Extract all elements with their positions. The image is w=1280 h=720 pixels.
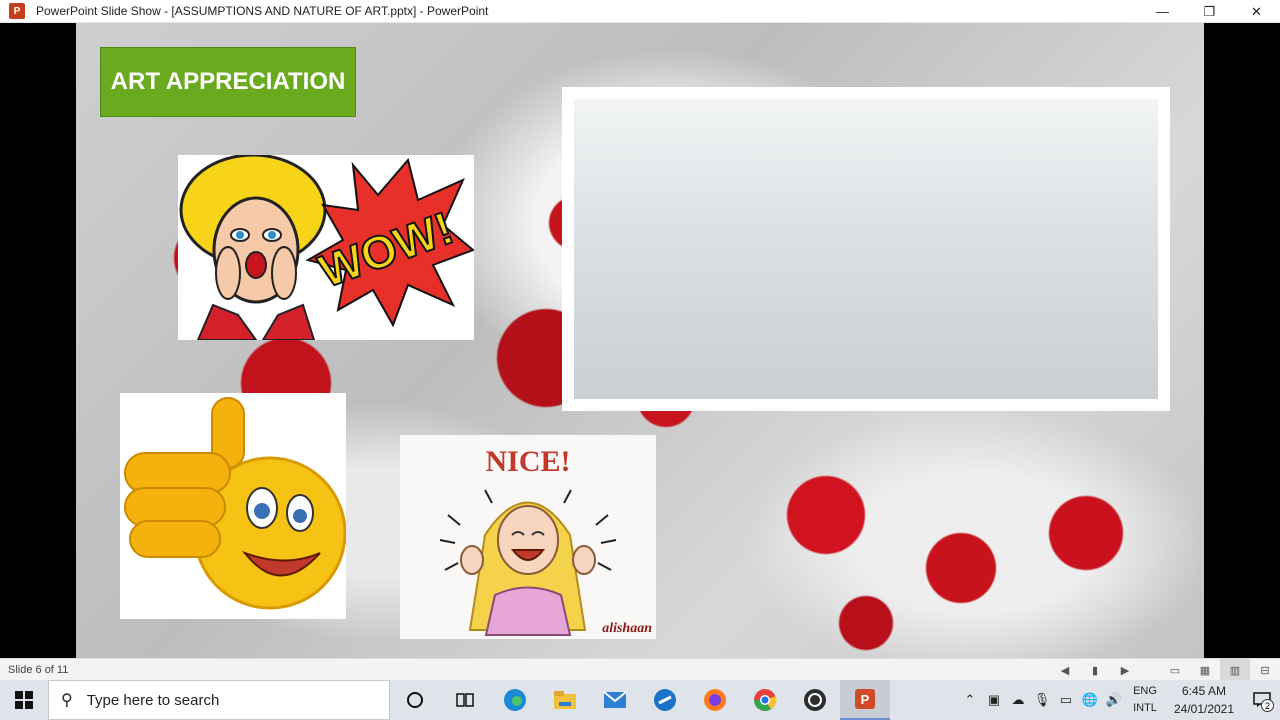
onedrive-icon[interactable]: ☁ (1006, 680, 1030, 720)
slide-sorter-icon[interactable]: ▦ (1190, 659, 1220, 681)
normal-view-icon[interactable]: ▭ (1160, 659, 1190, 681)
file-explorer-icon[interactable] (540, 680, 590, 720)
windows-taskbar: ⚲ Type here to search P ⌃ ▣ ☁ 🎙 ▭ 🌐 🔊 EN… (0, 680, 1280, 720)
chrome-icon[interactable] (740, 680, 790, 720)
reading-view-icon[interactable]: ▥ (1220, 659, 1250, 681)
battery-icon[interactable]: ▭ (1054, 680, 1078, 720)
slide[interactable]: ART APPRECIATION WOW! NICE! alishaan (76, 23, 1204, 658)
notifications-button[interactable]: 2 (1244, 680, 1280, 720)
network-icon[interactable]: 🌐 (1078, 680, 1102, 720)
notification-count-badge: 2 (1261, 699, 1274, 712)
search-icon: ⚲ (61, 692, 73, 709)
slideshow-view-icon[interactable]: ⊟ (1250, 659, 1280, 681)
nice-cartoon-image: NICE! alishaan (400, 435, 656, 639)
slideshow-area[interactable]: ART APPRECIATION WOW! NICE! alishaan (0, 23, 1280, 658)
wow-popart-image: WOW! (178, 155, 474, 340)
artist-signature: alishaan (602, 621, 652, 636)
slide-counter: Slide 6 of 11 (8, 663, 69, 676)
window-title-bar: P PowerPoint Slide Show - [ASSUMPTIONS A… (0, 0, 1280, 23)
system-tray: ⌃ ▣ ☁ 🎙 ▭ 🌐 🔊 ENG INTL 6:45 AM 24/01/202… (958, 680, 1280, 720)
wow-popart-illustration: WOW! (178, 155, 474, 340)
nice-cartoon-illustration (439, 489, 617, 636)
chevron-up-icon[interactable]: ⌃ (958, 680, 982, 720)
next-slide-icon[interactable]: ▶ (1110, 659, 1140, 681)
status-bar-controls: ◀ ▮ ▶ ▭ ▦ ▥ ⊟ (1050, 659, 1280, 681)
slide-menu-icon[interactable]: ▮ (1080, 659, 1110, 681)
restore-button[interactable]: ❐ (1186, 0, 1233, 23)
edge-icon[interactable] (490, 680, 540, 720)
powerpoint-app-icon: P (9, 3, 25, 19)
firefox-icon[interactable] (690, 680, 740, 720)
previous-slide-icon[interactable]: ◀ (1050, 659, 1080, 681)
keyboard-layout: INTL (1133, 702, 1157, 714)
slideshow-status-bar: Slide 6 of 11 ◀ ▮ ▶ ▭ ▦ ▥ ⊟ (0, 658, 1280, 681)
taskbar-search[interactable]: ⚲ Type here to search (48, 680, 390, 720)
powerpoint-icon[interactable]: P (840, 680, 890, 720)
meet-now-icon[interactable]: ▣ (982, 680, 1006, 720)
window-controls: — ❐ ✕ (1139, 0, 1280, 23)
search-placeholder: Type here to search (86, 691, 220, 709)
language-code: ENG (1133, 685, 1157, 697)
microphone-icon[interactable]: 🎙 (1030, 680, 1054, 720)
text-placeholder-frame (562, 87, 1170, 411)
minimize-button[interactable]: — (1139, 0, 1186, 23)
close-button[interactable]: ✕ (1233, 0, 1280, 23)
start-button[interactable] (0, 680, 48, 720)
thumbs-up-emoji-illustration (120, 393, 346, 619)
clock-time: 6:45 AM (1181, 684, 1227, 698)
window-title: PowerPoint Slide Show - [ASSUMPTIONS AND… (36, 4, 489, 18)
cortana-icon[interactable] (390, 680, 440, 720)
thumbs-up-emoji-image (120, 393, 346, 619)
svg-text:P: P (861, 692, 870, 707)
clock-date: 24/01/2021 (1173, 702, 1235, 716)
clock[interactable]: 6:45 AM 24/01/2021 (1164, 680, 1244, 720)
vpn-icon[interactable] (640, 680, 690, 720)
obs-icon[interactable] (790, 680, 840, 720)
volume-icon[interactable]: 🔊 (1102, 680, 1126, 720)
windows-logo-icon (15, 691, 33, 709)
text-placeholder-body (574, 99, 1158, 399)
language-indicator[interactable]: ENG INTL (1126, 680, 1164, 720)
slide-title: ART APPRECIATION (100, 47, 356, 117)
mail-icon[interactable] (590, 680, 640, 720)
task-view-icon[interactable] (440, 680, 490, 720)
